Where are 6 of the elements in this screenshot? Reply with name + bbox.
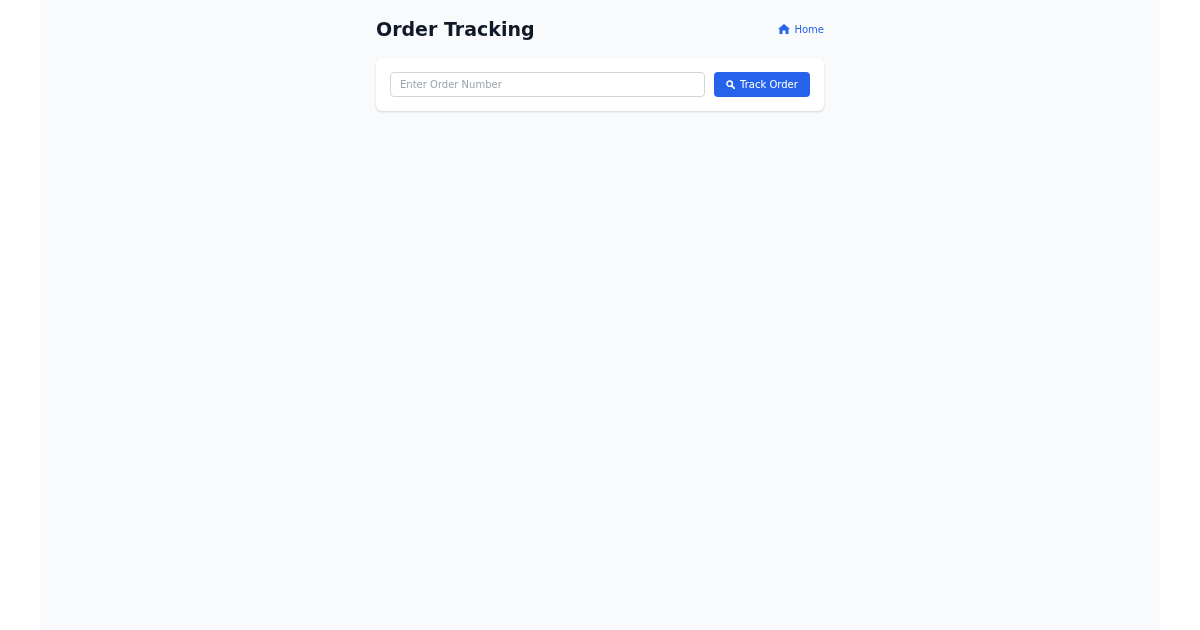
page-title: Order Tracking [376, 17, 535, 42]
search-icon [726, 80, 736, 89]
home-icon [778, 24, 791, 34]
order-number-field[interactable]: Enter Order Number [390, 72, 705, 97]
home-link[interactable]: Home [778, 23, 824, 35]
track-order-button[interactable]: Track Order [714, 72, 810, 97]
